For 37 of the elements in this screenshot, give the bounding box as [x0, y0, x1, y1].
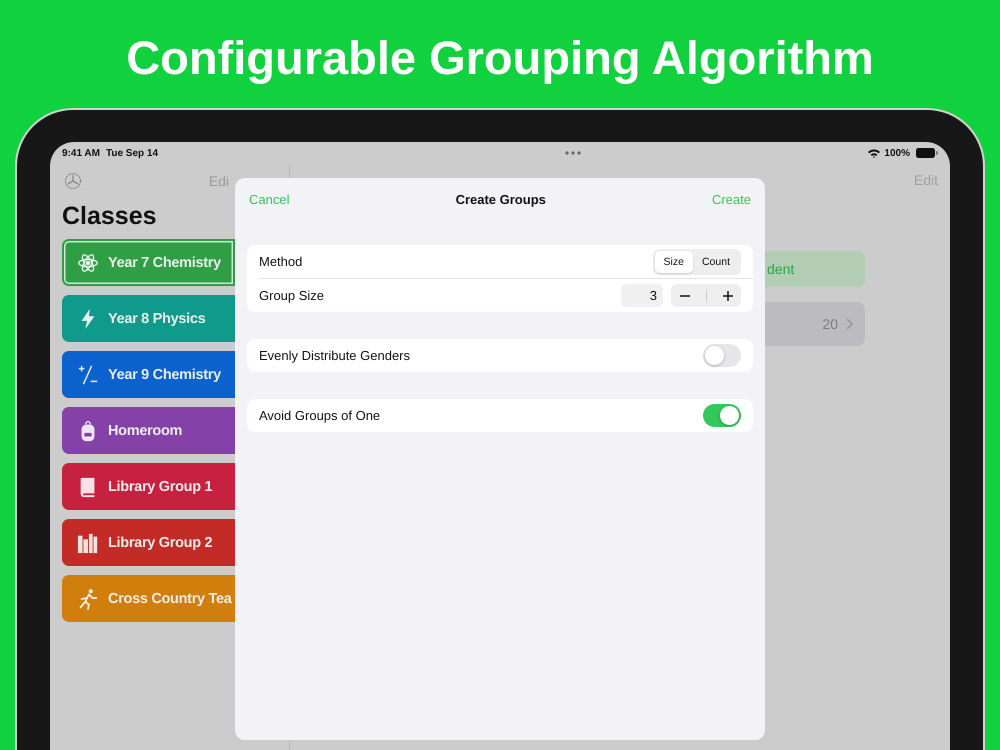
students-row[interactable]: 20: [765, 302, 865, 346]
headline: Configurable Grouping Algorithm: [125, 30, 875, 86]
toggle-switch[interactable]: [703, 344, 741, 367]
row-value: 20: [822, 316, 838, 332]
class-list-item[interactable]: Homeroom: [62, 407, 235, 454]
plus-icon[interactable]: [722, 290, 734, 302]
row-label: Evenly Distribute Genders: [259, 348, 410, 363]
wifi-icon: [868, 148, 880, 158]
create-button[interactable]: Create: [712, 192, 751, 206]
class-list-item[interactable]: Cross Country Tea: [62, 575, 235, 622]
class-list-item[interactable]: Year 7 Chemistry: [62, 239, 235, 286]
sidebar-title: Classes: [62, 202, 158, 231]
chevron-icon: [846, 318, 853, 330]
plus-minus-icon: [77, 364, 99, 386]
toggle-switch[interactable]: [703, 404, 741, 427]
add-student-button[interactable]: dent: [765, 251, 865, 287]
row-label: Avoid Groups of One: [259, 408, 380, 423]
atom-icon: [77, 252, 99, 274]
gear-icon[interactable]: [64, 172, 82, 190]
multitasking-dots-icon[interactable]: [565, 151, 582, 155]
runner-icon: [77, 588, 99, 610]
class-list-item[interactable]: Library Group 2: [62, 519, 235, 566]
status-time: 9:41 AM: [62, 148, 100, 158]
segment-option[interactable]: Size: [654, 250, 693, 272]
sheet-title: Create Groups: [456, 192, 546, 206]
group-size-field[interactable]: 3: [621, 284, 663, 307]
row-label: Group Size: [259, 288, 324, 303]
segment-option[interactable]: Count: [692, 250, 739, 272]
books-icon: [77, 532, 99, 554]
battery-percent: 100%: [884, 148, 910, 158]
class-list-item[interactable]: Year 8 Physics: [62, 295, 235, 342]
battery-icon: [916, 148, 938, 158]
class-list-item[interactable]: Year 9 Chemistry: [62, 351, 235, 398]
row-label: Method: [259, 254, 302, 269]
cancel-button[interactable]: Cancel: [249, 192, 290, 206]
class-list-item[interactable]: Library Group 1: [62, 463, 235, 510]
status-date: Tue Sep 14: [106, 148, 158, 158]
